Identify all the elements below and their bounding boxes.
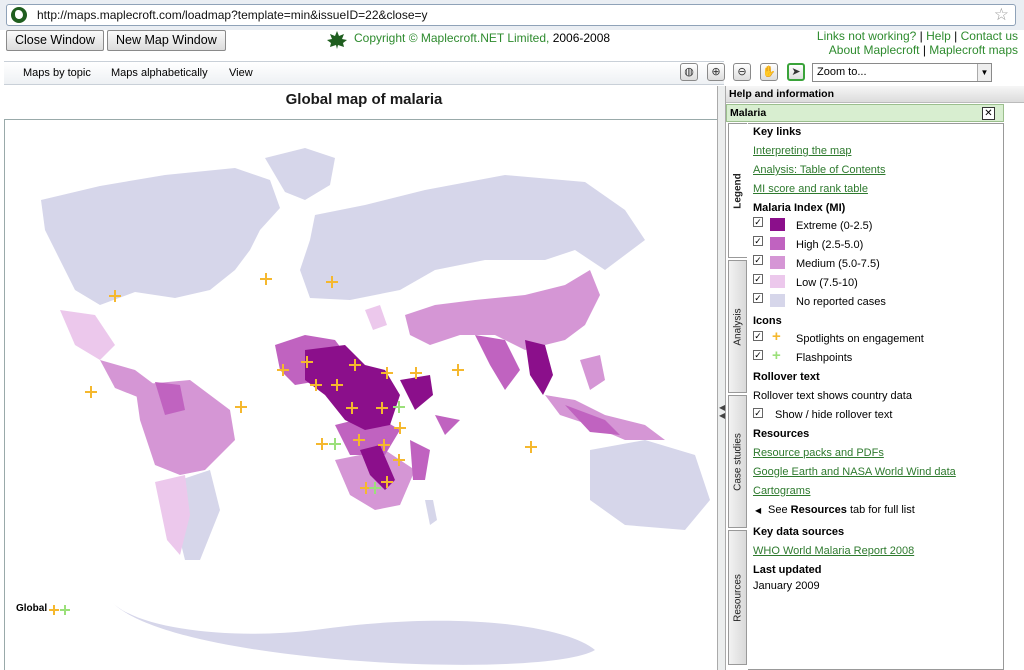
close-icon[interactable]: ✕ [982, 107, 995, 120]
extreme-swatch [770, 218, 785, 231]
low-label: Low (7.5-10) [796, 277, 858, 289]
global-label: Global [16, 603, 48, 614]
no-cases-swatch [770, 294, 785, 307]
no-cases-label: No reported cases [796, 296, 886, 308]
cartograms-link[interactable]: Cartograms [753, 485, 810, 497]
globe-reset-icon[interactable]: ◍ [680, 63, 698, 81]
triangle-left-icon: ◀ [755, 506, 762, 515]
malaria-index-heading: Malaria Index (MI) [753, 202, 846, 214]
link-separator: | [922, 43, 926, 57]
panel-header: Help and information [726, 86, 1024, 103]
low-checkbox[interactable]: ✓ [753, 274, 763, 284]
help-link[interactable]: Help [926, 29, 951, 43]
rollover-toggle-label: Show / hide rollover text [775, 409, 893, 421]
extreme-label: Extreme (0-2.5) [796, 220, 873, 232]
no-cases-checkbox[interactable]: ✓ [753, 293, 763, 303]
zoom-out-icon[interactable]: ⊖ [733, 63, 751, 81]
tab-case-studies[interactable]: Case studies [728, 395, 747, 528]
maplecroft-maps-link[interactable]: Maplecroft maps [929, 43, 1018, 57]
contact-us-link[interactable]: Contact us [961, 29, 1018, 43]
pan-hand-icon[interactable]: ✋ [760, 63, 778, 81]
tab-legend[interactable]: Legend [728, 123, 747, 258]
google-earth-link[interactable]: Google Earth and NASA World Wind data [753, 466, 956, 478]
medium-swatch [770, 256, 785, 269]
tab-analysis[interactable]: Analysis [728, 260, 747, 393]
resource-packs-link[interactable]: Resource packs and PDFs [753, 447, 884, 459]
top-links: Links not working? | Help | Contact us A… [817, 29, 1018, 57]
links-not-working-link[interactable]: Links not working? [817, 29, 916, 43]
url-text[interactable]: http://maps.maplecroft.com/loadmap?templ… [37, 8, 428, 22]
collapse-arrows-icon[interactable]: ◀ ◀ [719, 404, 725, 420]
data-sources-heading: Key data sources [753, 526, 845, 538]
link-separator: | [919, 29, 923, 43]
medium-checkbox[interactable]: ✓ [753, 255, 763, 265]
rollover-description: Rollover text shows country data [753, 390, 912, 402]
world-map-svg[interactable] [5, 120, 718, 670]
map-toolbar: ◍ ⊕ ⊖ ✋ ➤ Zoom to... ▼ [0, 61, 1024, 85]
mi-score-link[interactable]: MI score and rank table [753, 183, 868, 195]
last-updated-value: January 2009 [753, 580, 820, 592]
icons-heading: Icons [753, 315, 782, 327]
last-updated-heading: Last updated [753, 564, 822, 576]
tab-resources[interactable]: Resources [728, 530, 747, 665]
panel-subheader-title: Malaria [730, 107, 767, 119]
panel-splitter[interactable]: ◀ ◀ [717, 86, 726, 670]
site-favicon-icon [11, 7, 27, 23]
legend-content: Key links Interpreting the map Analysis:… [748, 123, 1004, 670]
select-pointer-icon[interactable]: ➤ [787, 63, 805, 81]
resources-heading: Resources [753, 428, 810, 440]
flashpoints-checkbox[interactable]: ✓ [753, 350, 763, 360]
extreme-checkbox[interactable]: ✓ [753, 217, 763, 227]
low-swatch [770, 275, 785, 288]
zoom-in-icon[interactable]: ⊕ [707, 63, 725, 81]
close-window-button[interactable]: Close Window [6, 30, 104, 51]
help-panel: Help and information Malaria ✕ Legend An… [726, 86, 1024, 670]
bookmark-star-icon[interactable]: ☆ [994, 5, 1009, 25]
flashpoints-label: Flashpoints [796, 352, 853, 364]
world-map[interactable] [4, 119, 718, 670]
flashpoint-plus-icon: + [772, 347, 781, 364]
global-flashpoint-icon[interactable] [60, 605, 70, 615]
zoom-to-select[interactable]: Zoom to... ▼ [812, 63, 992, 82]
about-maplecroft-link[interactable]: About Maplecroft [829, 43, 920, 57]
analysis-toc-link[interactable]: Analysis: Table of Contents [753, 164, 885, 176]
url-field[interactable]: http://maps.maplecroft.com/loadmap?templ… [6, 4, 1016, 26]
maple-leaf-logo-icon [327, 31, 347, 49]
copyright-years: 2006-2008 [549, 31, 611, 45]
address-bar: http://maps.maplecroft.com/loadmap?templ… [0, 0, 1024, 30]
high-swatch [770, 237, 785, 250]
map-title: Global map of malaria [285, 91, 443, 108]
panel-tabs: Legend Analysis Case studies Resources [726, 123, 748, 670]
spotlight-plus-icon: + [772, 328, 781, 345]
rollover-checkbox[interactable]: ✓ [753, 408, 763, 418]
copyright-text: Copyright © Maplecroft.NET Limited, [354, 31, 550, 45]
link-separator: | [954, 29, 958, 43]
who-report-link[interactable]: WHO World Malaria Report 2008 [753, 545, 914, 557]
panel-subheader: Malaria ✕ [726, 104, 1004, 122]
medium-label: Medium (5.0-7.5) [796, 258, 880, 270]
see-resources-note: See Resources tab for full list [768, 504, 915, 516]
high-checkbox[interactable]: ✓ [753, 236, 763, 246]
new-map-window-button[interactable]: New Map Window [107, 30, 226, 51]
rollover-heading: Rollover text [753, 371, 820, 383]
interpreting-map-link[interactable]: Interpreting the map [753, 145, 851, 157]
spotlights-label: Spotlights on engagement [796, 333, 924, 345]
chevron-down-icon[interactable]: ▼ [977, 64, 991, 81]
key-links-heading: Key links [753, 126, 802, 138]
spotlights-checkbox[interactable]: ✓ [753, 331, 763, 341]
zoom-to-value: Zoom to... [817, 66, 867, 78]
global-spotlight-icon[interactable] [49, 605, 59, 615]
high-label: High (2.5-5.0) [796, 239, 864, 251]
